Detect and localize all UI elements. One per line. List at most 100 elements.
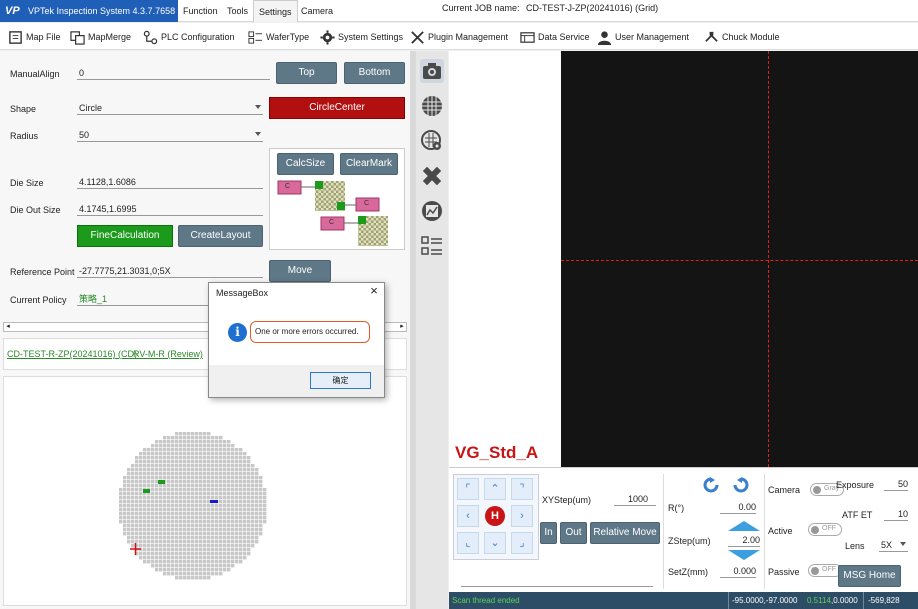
wafer-die[interactable]: [151, 468, 155, 472]
wafer-die[interactable]: [239, 516, 243, 520]
wafer-die[interactable]: [175, 576, 179, 580]
wafer-die[interactable]: [243, 536, 247, 540]
wafer-die[interactable]: [167, 524, 171, 528]
wafer-die[interactable]: [127, 528, 131, 532]
wafer-die[interactable]: [179, 500, 183, 504]
wafer-die[interactable]: [203, 488, 207, 492]
wafer-die[interactable]: [151, 552, 155, 556]
wafer-die[interactable]: [175, 460, 179, 464]
wafer-die[interactable]: [123, 500, 127, 504]
wafer-die[interactable]: [215, 480, 219, 484]
wafer-die[interactable]: [195, 564, 199, 568]
wafer-die[interactable]: [187, 532, 191, 536]
wafer-die[interactable]: [167, 444, 171, 448]
wafer-die[interactable]: [211, 476, 215, 480]
wafer-die[interactable]: [223, 524, 227, 528]
wafer-die[interactable]: [243, 504, 247, 508]
wafer-die[interactable]: [183, 448, 187, 452]
wafer-die[interactable]: [155, 452, 159, 456]
wafer-die[interactable]: [135, 516, 139, 520]
wafer-die[interactable]: [167, 572, 171, 576]
wafer-die[interactable]: [215, 528, 219, 532]
wafer-die[interactable]: [203, 432, 207, 436]
wafer-die[interactable]: [187, 556, 191, 560]
wafer-die[interactable]: [203, 536, 207, 540]
wafer-die[interactable]: [235, 500, 239, 504]
wafer-die[interactable]: [203, 480, 207, 484]
wafer-die[interactable]: [235, 536, 239, 540]
wafer-die[interactable]: [195, 444, 199, 448]
wafer-die[interactable]: [123, 480, 127, 484]
wafer-die[interactable]: [143, 484, 147, 488]
wafer-die[interactable]: [211, 496, 215, 500]
wafer-die[interactable]: [259, 504, 263, 508]
top-button[interactable]: Top: [276, 62, 337, 84]
wafer-die[interactable]: [191, 492, 195, 496]
wafer-die[interactable]: [215, 512, 219, 516]
wafer-die[interactable]: [207, 556, 211, 560]
wafer-die[interactable]: [179, 496, 183, 500]
wafer-die[interactable]: [199, 544, 203, 548]
wafer-die[interactable]: [187, 480, 191, 484]
wafer-die[interactable]: [251, 476, 255, 480]
wafer-die[interactable]: [187, 564, 191, 568]
wafer-die[interactable]: [247, 528, 251, 532]
wafer-die[interactable]: [215, 460, 219, 464]
wafer-die[interactable]: [243, 500, 247, 504]
wafer-die[interactable]: [227, 536, 231, 540]
wafer-die[interactable]: [127, 540, 131, 544]
wafer-die[interactable]: [203, 476, 207, 480]
wafer-die[interactable]: [239, 448, 243, 452]
wafer-die[interactable]: [191, 560, 195, 564]
wafer-die[interactable]: [127, 516, 131, 520]
wafer-die[interactable]: [183, 432, 187, 436]
wafer-die[interactable]: [135, 468, 139, 472]
bottom-button[interactable]: Bottom: [344, 62, 405, 84]
wafer-die[interactable]: [255, 504, 259, 508]
wafer-die[interactable]: [231, 556, 235, 560]
wafer-die[interactable]: [255, 476, 259, 480]
wafer-die[interactable]: [183, 564, 187, 568]
wafer-die[interactable]: [139, 540, 143, 544]
wafer-die[interactable]: [167, 464, 171, 468]
wafer-die[interactable]: [239, 468, 243, 472]
wafer-die[interactable]: [127, 476, 131, 480]
wafer-die[interactable]: [187, 512, 191, 516]
wafer-die[interactable]: [139, 484, 143, 488]
wafer-die[interactable]: [251, 492, 255, 496]
wafer-die[interactable]: [175, 496, 179, 500]
wafer-die[interactable]: [199, 524, 203, 528]
wafer-die[interactable]: [135, 496, 139, 500]
wafer-die[interactable]: [235, 528, 239, 532]
active-toggle[interactable]: OFF: [808, 523, 842, 536]
wafer-die[interactable]: [155, 440, 159, 444]
wafer-die[interactable]: [187, 516, 191, 520]
wafer-die[interactable]: [159, 564, 163, 568]
wafer-die[interactable]: [231, 488, 235, 492]
wafer-die[interactable]: [215, 508, 219, 512]
wafer-die[interactable]: [143, 464, 147, 468]
wafer-die[interactable]: [219, 460, 223, 464]
wafer-die[interactable]: [127, 508, 131, 512]
wafer-die[interactable]: [231, 512, 235, 516]
wafer-die[interactable]: [203, 452, 207, 456]
wafer-die[interactable]: [215, 560, 219, 564]
wafer-die[interactable]: [147, 560, 151, 564]
wafer-die[interactable]: [171, 500, 175, 504]
image-view-button[interactable]: [420, 199, 444, 223]
wafer-die[interactable]: [191, 536, 195, 540]
wafer-die[interactable]: [183, 520, 187, 524]
wafer-die[interactable]: [147, 460, 151, 464]
wafer-die[interactable]: [199, 452, 203, 456]
wafer-die[interactable]: [219, 520, 223, 524]
wafer-die[interactable]: [179, 480, 183, 484]
wafer-die[interactable]: [211, 460, 215, 464]
wafer-die[interactable]: [251, 544, 255, 548]
rotate-ccw-button[interactable]: [702, 477, 722, 494]
scroll-left-icon[interactable]: ◂: [4, 323, 12, 331]
atf-et-input[interactable]: 10: [884, 507, 908, 521]
wafer-die[interactable]: [223, 440, 227, 444]
wafer-die[interactable]: [175, 452, 179, 456]
wafer-die[interactable]: [183, 476, 187, 480]
wafer-die[interactable]: [235, 472, 239, 476]
